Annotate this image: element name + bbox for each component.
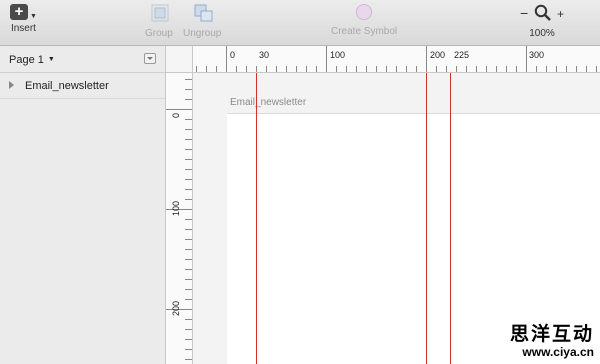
ruler-label: 0 bbox=[171, 112, 181, 118]
ruler-label: 200 bbox=[171, 300, 181, 316]
watermark-chinese: 思洋互动 bbox=[509, 323, 594, 346]
magnifier-icon bbox=[534, 4, 551, 25]
artboard-title[interactable]: Email_newsletter bbox=[230, 97, 306, 108]
layer-item[interactable]: Email_newsletter bbox=[0, 73, 165, 99]
guide-line[interactable] bbox=[450, 73, 451, 364]
group-label: Group bbox=[145, 28, 173, 39]
ruler-label: 100 bbox=[330, 50, 346, 60]
zoom-control: − + 100% bbox=[512, 4, 572, 39]
group-icon bbox=[151, 4, 169, 22]
ruler-label: 225 bbox=[454, 50, 470, 60]
ungroup-label: Ungroup bbox=[183, 28, 222, 39]
chevron-down-icon: ▼ bbox=[30, 13, 37, 20]
ruler-label: 30 bbox=[259, 50, 270, 60]
create-symbol-label: Create Symbol bbox=[331, 26, 398, 37]
watermark-url: www.ciya.cn bbox=[522, 345, 594, 360]
ungroup-button[interactable]: Ungroup bbox=[183, 4, 221, 39]
zoom-level: 100% bbox=[529, 28, 555, 39]
plus-icon: + bbox=[10, 4, 28, 20]
ruler-label: 0 bbox=[230, 50, 236, 60]
group-button[interactable]: Group bbox=[145, 4, 173, 39]
layers-sidebar: Page 1 ▼ Email_newsletter bbox=[0, 46, 166, 364]
canvas[interactable]: Email_newsletter bbox=[193, 73, 600, 364]
page-selector[interactable]: Page 1 ▼ bbox=[0, 46, 165, 73]
ruler-label: 300 bbox=[529, 50, 545, 60]
symbol-icon bbox=[356, 4, 373, 20]
zoom-out-button[interactable]: − bbox=[520, 5, 528, 21]
toolbar: +▼ Insert Group Ungroup Create Symbol − bbox=[0, 0, 600, 46]
insert-label: Insert bbox=[10, 23, 36, 34]
ruler-label: 200 bbox=[430, 50, 446, 60]
ruler-label: 100 bbox=[171, 200, 181, 216]
horizontal-ruler[interactable]: 0 30 100 200 225 300 bbox=[193, 46, 600, 73]
watermark: 思洋互动 www.ciya.cn bbox=[510, 324, 594, 360]
collapse-pages-button[interactable] bbox=[144, 53, 156, 64]
create-symbol-button[interactable]: Create Symbol bbox=[331, 4, 397, 37]
layer-name: Email_newsletter bbox=[25, 80, 109, 92]
disclosure-triangle-icon[interactable] bbox=[9, 81, 14, 89]
guide-line[interactable] bbox=[426, 73, 427, 364]
zoom-in-button[interactable]: + bbox=[557, 7, 564, 21]
page-name: Page 1 bbox=[9, 54, 44, 66]
insert-button[interactable]: + ▼ Insert bbox=[10, 4, 37, 34]
vertical-ruler[interactable]: 0 100 200 bbox=[166, 73, 193, 364]
ungroup-icon bbox=[194, 4, 213, 22]
guide-line[interactable] bbox=[256, 73, 257, 364]
ruler-corner bbox=[166, 46, 193, 73]
chevron-down-icon: ▼ bbox=[47, 56, 55, 63]
